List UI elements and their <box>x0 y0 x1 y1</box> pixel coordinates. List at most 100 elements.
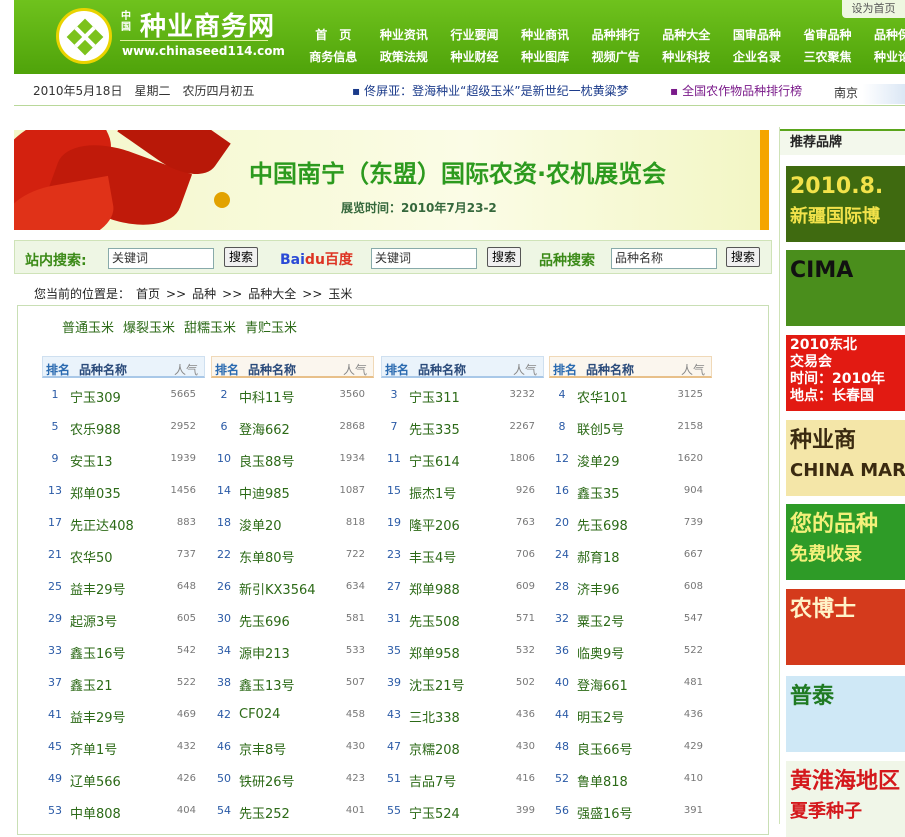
brand-ad-banner[interactable]: 黄淮海地区 夏季种子 <box>786 761 905 837</box>
variety-name-link[interactable]: 起源3号 <box>70 611 117 630</box>
nav-item[interactable]: 品种排行 <box>580 25 651 45</box>
brand-ad-banner[interactable]: 您的品种 免费收录 <box>786 504 905 580</box>
variety-name-link[interactable]: 吉品7号 <box>409 771 456 790</box>
breadcrumb-link[interactable]: 品种 <box>192 287 216 301</box>
category-tab[interactable]: 爆裂玉米 <box>123 321 175 336</box>
category-tab[interactable]: 普通玉米 <box>62 321 114 336</box>
variety-search-input[interactable]: 品种名称 <box>611 248 717 269</box>
variety-name-link[interactable]: 振杰1号 <box>409 483 456 502</box>
variety-name-link[interactable]: 隆平206 <box>409 515 460 534</box>
variety-name-link[interactable]: 登海662 <box>239 419 290 438</box>
site-logo-icon[interactable] <box>56 8 112 64</box>
breadcrumb-link[interactable]: 玉米 <box>328 287 352 301</box>
nav-item[interactable]: 种业图库 <box>510 47 581 67</box>
nav-item[interactable]: 视频广告 <box>580 47 651 67</box>
variety-name-link[interactable]: 鲁单818 <box>577 771 628 790</box>
variety-name-link[interactable]: 京糯208 <box>409 739 460 758</box>
baidu-search-button[interactable]: 搜索 <box>487 247 521 267</box>
set-homepage-link[interactable]: 设为首页 <box>842 0 905 18</box>
variety-name-link[interactable]: 良玉88号 <box>239 451 295 470</box>
variety-name-link[interactable]: 农华50 <box>70 547 113 566</box>
variety-name-link[interactable]: CF024 <box>239 707 280 722</box>
variety-name-link[interactable]: 浚单29 <box>577 451 620 470</box>
nav-item[interactable]: 种业商讯 <box>510 25 581 45</box>
variety-name-link[interactable]: 鑫玉16号 <box>70 643 126 662</box>
nav-item[interactable]: 品种保护 <box>863 25 905 45</box>
news-ticker-link[interactable]: ▪ 佟屏亚：登海种业“超级玉米”是新世纪一枕黄粱梦 <box>352 82 629 99</box>
brand-ad-banner[interactable]: CIMA <box>786 250 905 326</box>
variety-name-link[interactable]: 京丰8号 <box>239 739 286 758</box>
nav-item[interactable]: 商务信息 <box>298 47 369 67</box>
nav-item[interactable]: 三农聚焦 <box>792 47 863 67</box>
variety-name-link[interactable]: 新引KX3564 <box>239 579 316 598</box>
variety-name-link[interactable]: 先玉508 <box>409 611 460 630</box>
nav-item[interactable]: 首 页 <box>298 25 369 45</box>
nav-item[interactable]: 品种大全 <box>651 25 722 45</box>
nav-item[interactable]: 行业要闻 <box>439 25 510 45</box>
variety-name-link[interactable]: 益丰29号 <box>70 707 126 726</box>
variety-name-link[interactable]: 鑫玉13号 <box>239 675 295 694</box>
weather-city[interactable]: 南京 <box>834 84 905 104</box>
variety-name-link[interactable]: 中单808 <box>70 803 121 822</box>
variety-name-link[interactable]: 郑单988 <box>409 579 460 598</box>
variety-name-link[interactable]: 三北338 <box>409 707 460 726</box>
variety-name-link[interactable]: 鑫玉21 <box>70 675 113 694</box>
variety-name-link[interactable]: 联创5号 <box>577 419 624 438</box>
variety-name-link[interactable]: 宁玉311 <box>409 387 460 406</box>
variety-name-link[interactable]: 先玉696 <box>239 611 290 630</box>
category-tab[interactable]: 甜糯玉米 <box>184 321 236 336</box>
site-search-button[interactable]: 搜索 <box>224 247 258 267</box>
variety-name-link[interactable]: 农华101 <box>577 387 628 406</box>
variety-name-link[interactable]: 粟玉2号 <box>577 611 624 630</box>
nav-item[interactable]: 种业财经 <box>439 47 510 67</box>
brand-name[interactable]: 种业商务网 <box>140 6 275 43</box>
nav-item[interactable]: 种业科技 <box>651 47 722 67</box>
variety-name-link[interactable]: 东单80号 <box>239 547 295 566</box>
variety-name-link[interactable]: 辽单566 <box>70 771 121 790</box>
variety-name-link[interactable]: 先正达408 <box>70 515 134 534</box>
site-search-input[interactable]: 关键词 <box>108 248 214 269</box>
variety-search-button[interactable]: 搜索 <box>726 247 760 267</box>
brand-ad-banner[interactable]: 2010东北 交易会 时间：2010年 地点：长春国 <box>786 335 905 411</box>
variety-name-link[interactable]: 郑单035 <box>70 483 121 502</box>
variety-name-link[interactable]: 宁玉614 <box>409 451 460 470</box>
variety-name-link[interactable]: 良玉66号 <box>577 739 633 758</box>
variety-name-link[interactable]: 中科11号 <box>239 387 295 406</box>
variety-name-link[interactable]: 先玉252 <box>239 803 290 822</box>
variety-name-link[interactable]: 安玉13 <box>70 451 113 470</box>
breadcrumb-link[interactable]: 首页 <box>136 287 160 301</box>
nav-item[interactable]: 种业论坛 <box>863 47 905 67</box>
expo-banner[interactable]: 中国南宁（东盟）国际农资·农机展览会 展览时间：2010年7月23-2 <box>14 130 769 230</box>
variety-name-link[interactable]: 丰玉4号 <box>409 547 456 566</box>
variety-name-link[interactable]: 登海661 <box>577 675 628 694</box>
variety-name-link[interactable]: 明玉2号 <box>577 707 624 726</box>
nav-item[interactable]: 种业资讯 <box>369 25 440 45</box>
variety-name-link[interactable]: 中迪985 <box>239 483 290 502</box>
variety-name-link[interactable]: 郑单958 <box>409 643 460 662</box>
variety-name-link[interactable]: 鑫玉35 <box>577 483 620 502</box>
variety-name-link[interactable]: 农乐988 <box>70 419 121 438</box>
variety-name-link[interactable]: 临奥9号 <box>577 643 624 662</box>
baidu-search-input[interactable]: 关键词 <box>371 248 477 269</box>
variety-name-link[interactable]: 强盛16号 <box>577 803 633 822</box>
brand-ad-banner[interactable]: 农博士 <box>786 589 905 665</box>
variety-name-link[interactable]: 浚单20 <box>239 515 282 534</box>
variety-name-link[interactable]: 宁玉309 <box>70 387 121 406</box>
variety-name-link[interactable]: 益丰29号 <box>70 579 126 598</box>
variety-name-link[interactable]: 沈玉21号 <box>409 675 465 694</box>
nav-item[interactable]: 企业名录 <box>722 47 793 67</box>
nav-item[interactable]: 省审品种 <box>792 25 863 45</box>
breadcrumb-link[interactable]: 品种大全 <box>248 287 296 301</box>
variety-name-link[interactable]: 铁研26号 <box>239 771 295 790</box>
nav-item[interactable]: 政策法规 <box>369 47 440 67</box>
brand-ad-banner[interactable]: 2010.8. 新疆国际博 <box>786 166 905 242</box>
brand-ad-banner[interactable]: 普泰 <box>786 676 905 752</box>
variety-name-link[interactable]: 源申213 <box>239 643 290 662</box>
ranking-news-link[interactable]: ▪ 全国农作物品种排行榜 <box>670 82 802 99</box>
variety-name-link[interactable]: 郝育18 <box>577 547 620 566</box>
variety-name-link[interactable]: 先玉335 <box>409 419 460 438</box>
category-tab[interactable]: 青贮玉米 <box>245 321 297 336</box>
variety-name-link[interactable]: 齐单1号 <box>70 739 117 758</box>
variety-name-link[interactable]: 宁玉524 <box>409 803 460 822</box>
nav-item[interactable]: 国审品种 <box>722 25 793 45</box>
